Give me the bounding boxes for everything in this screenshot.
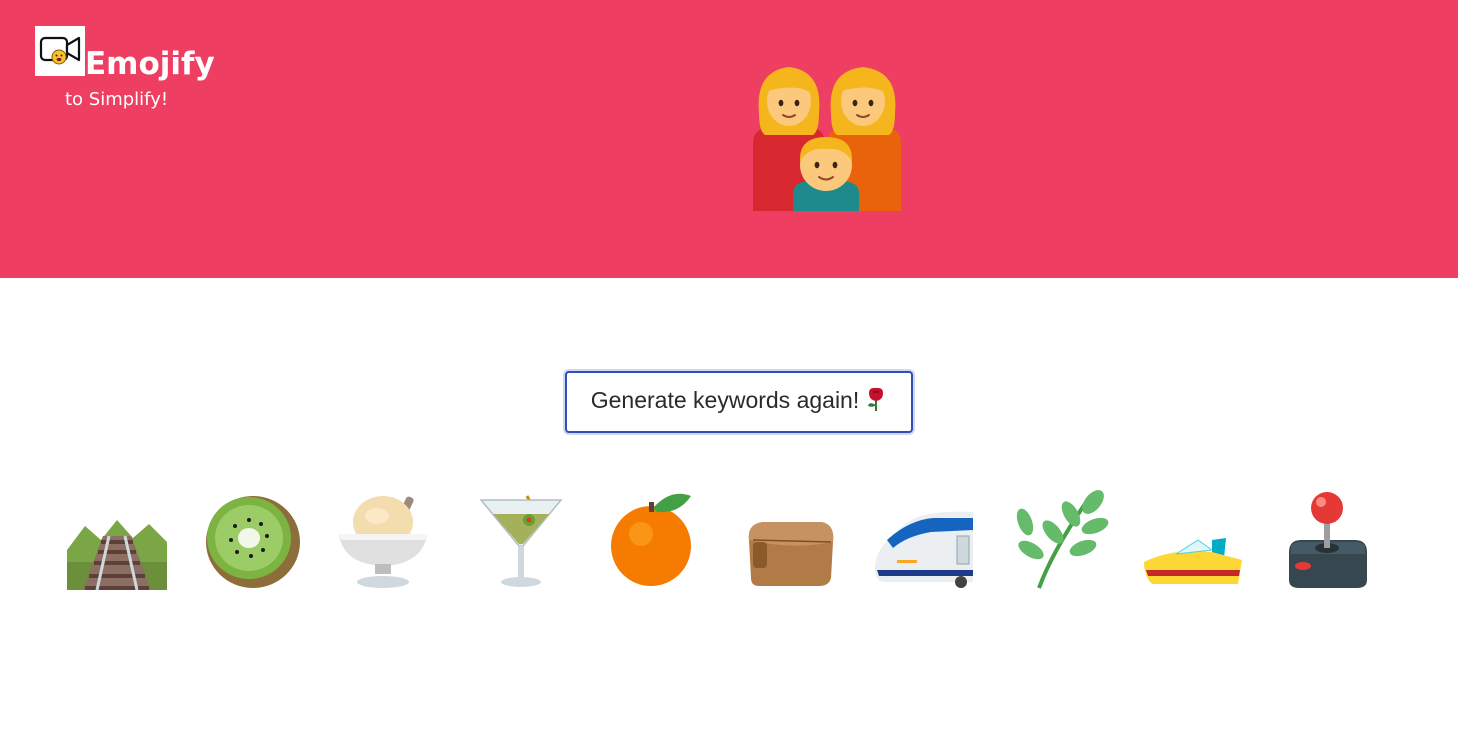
clutch-bag-icon[interactable] [743,490,843,590]
header-banner: Emojify to Simplify! [0,0,1458,278]
speedboat-icon[interactable] [1142,490,1242,590]
ice-cream-icon[interactable] [335,490,435,590]
herb-icon[interactable] [1009,490,1109,590]
family-emoji-icon [751,61,901,211]
generate-keywords-button[interactable]: Generate keywords again! [565,371,913,433]
kiwi-fruit-icon[interactable] [203,490,303,590]
brand-title: Emojify [85,46,215,82]
rose-icon [865,387,887,417]
high-speed-train-icon[interactable] [873,490,973,590]
logo-video-camera-icon[interactable] [35,26,85,76]
tangerine-icon[interactable] [607,490,707,590]
railway-track-icon[interactable] [67,490,167,590]
cocktail-glass-icon[interactable] [471,490,571,590]
joystick-icon[interactable] [1277,490,1377,590]
generate-button-label: Generate keywords again! [590,387,860,413]
brand-subtitle: to Simplify! [65,89,169,110]
